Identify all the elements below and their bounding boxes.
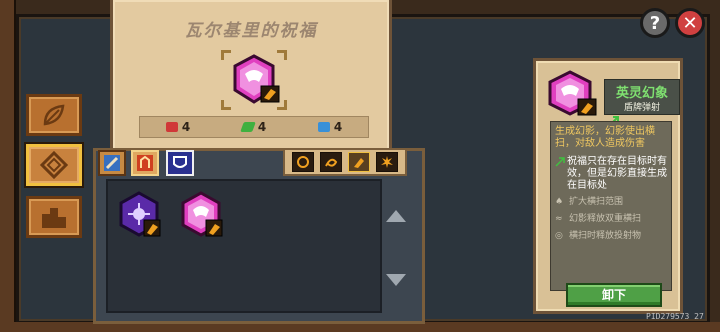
upgrade-3: ◎ 横扫时释放投射物 <box>555 230 667 243</box>
upgrade-3-text: 横扫时释放投射物 <box>569 231 642 241</box>
skill-bullet: 祝福只在存在目标时有效，但是幻影直接生成在目标处 <box>555 156 667 192</box>
skill-hex-icon <box>548 70 597 116</box>
flame-small-icon: ♠ <box>555 197 564 207</box>
skill-name-box: 英灵幻象 盾牌弹射 <box>604 79 680 115</box>
skill-description-box: 生成幻影，幻影使出横扫，对敌人造成伤害 祝福只在存在目标时有效，但是幻影直接生成… <box>550 121 672 291</box>
blessing-title: 瓦尔基里的祝福 <box>184 21 318 41</box>
target-icon: ◎ <box>555 231 563 241</box>
item-slot-purple[interactable] <box>116 190 162 237</box>
filter-2[interactable] <box>320 152 342 172</box>
flame-burst-icon <box>381 156 393 168</box>
blessing-stats-bar: 4 4 4 <box>139 116 369 138</box>
item-slot-pink[interactable] <box>178 190 224 237</box>
podium-icon <box>42 208 66 228</box>
side-nav-podium[interactable] <box>26 196 82 238</box>
skill-bullet-text: 祝福只在存在目标时有效，但是幻影直接生成在目标处 <box>567 156 667 191</box>
flame-bolt-icon <box>354 158 364 168</box>
skill-subtitle: 盾牌弹射 <box>623 103 660 113</box>
skill-name: 英灵幻象 <box>615 86 668 101</box>
chevron-up-icon <box>386 210 406 222</box>
question-icon: ? <box>649 12 661 34</box>
diamond-frame-icon <box>39 150 69 180</box>
blessing-emblem <box>221 50 287 110</box>
blue-card-icon <box>317 122 330 132</box>
stat-green: 4 <box>239 120 267 134</box>
green-leaf-icon <box>239 122 256 132</box>
wood-border-left <box>0 0 16 332</box>
arrow-diagonal-small-icon <box>555 157 565 167</box>
close-icon: ✕ <box>682 12 698 34</box>
stat-blue: 4 <box>317 120 343 134</box>
leaf-icon <box>43 104 65 126</box>
filter-3[interactable] <box>348 152 370 172</box>
upgrade-2: ≈ 幻影释放双重横扫 <box>555 213 667 226</box>
tab-skill[interactable] <box>131 150 159 176</box>
filter-1[interactable] <box>292 152 314 172</box>
unequip-button[interactable]: 卸下 <box>566 283 662 307</box>
scroll-down-button[interactable] <box>384 272 408 288</box>
red-gem-icon <box>165 122 178 132</box>
skill-description: 生成幻影，幻影使出横扫，对敌人造成伤害 <box>555 126 655 149</box>
stat-blue-value: 4 <box>333 120 343 134</box>
skill-detail-header: 英灵幻象 盾牌弹射 <box>544 69 680 126</box>
skill-detail-panel: 英灵幻象 盾牌弹射 生成幻影，幻影使出横扫，对敌人造成伤害 祝福只在存在目标时有… <box>533 58 683 314</box>
side-nav-diamond[interactable] <box>26 144 82 186</box>
side-nav-leaf[interactable] <box>26 94 82 136</box>
flame-swirl-icon <box>325 158 338 167</box>
flame-ring-icon <box>297 156 309 168</box>
help-button[interactable]: ? <box>640 8 670 38</box>
upgrade-1: ♠ 扩大横扫范围 <box>555 196 667 209</box>
stat-green-value: 4 <box>257 120 267 134</box>
player-id: PID279573 27 <box>646 312 704 321</box>
blessing-parchment: 瓦尔基里的祝福 4 4 4 <box>110 0 392 150</box>
tab-shield[interactable] <box>166 150 194 176</box>
close-button[interactable]: ✕ <box>675 8 705 38</box>
pink-hex-icon <box>181 191 223 237</box>
shield-icon <box>173 156 187 168</box>
sword-icon <box>104 155 120 171</box>
skill-icon <box>137 155 153 171</box>
tab-weapon[interactable] <box>98 150 126 176</box>
upgrade-2-text: 幻影释放双重横扫 <box>569 214 642 224</box>
purple-hex-icon <box>119 191 161 237</box>
stat-red-value: 4 <box>181 120 191 134</box>
filter-group <box>283 148 407 176</box>
upgrade-1-text: 扩大横扫范围 <box>569 197 624 207</box>
filter-4[interactable] <box>376 152 398 172</box>
scroll-up-button[interactable] <box>384 208 408 224</box>
chevron-down-icon <box>386 274 406 286</box>
stat-red: 4 <box>165 120 191 134</box>
wave-icon: ≈ <box>555 214 563 224</box>
